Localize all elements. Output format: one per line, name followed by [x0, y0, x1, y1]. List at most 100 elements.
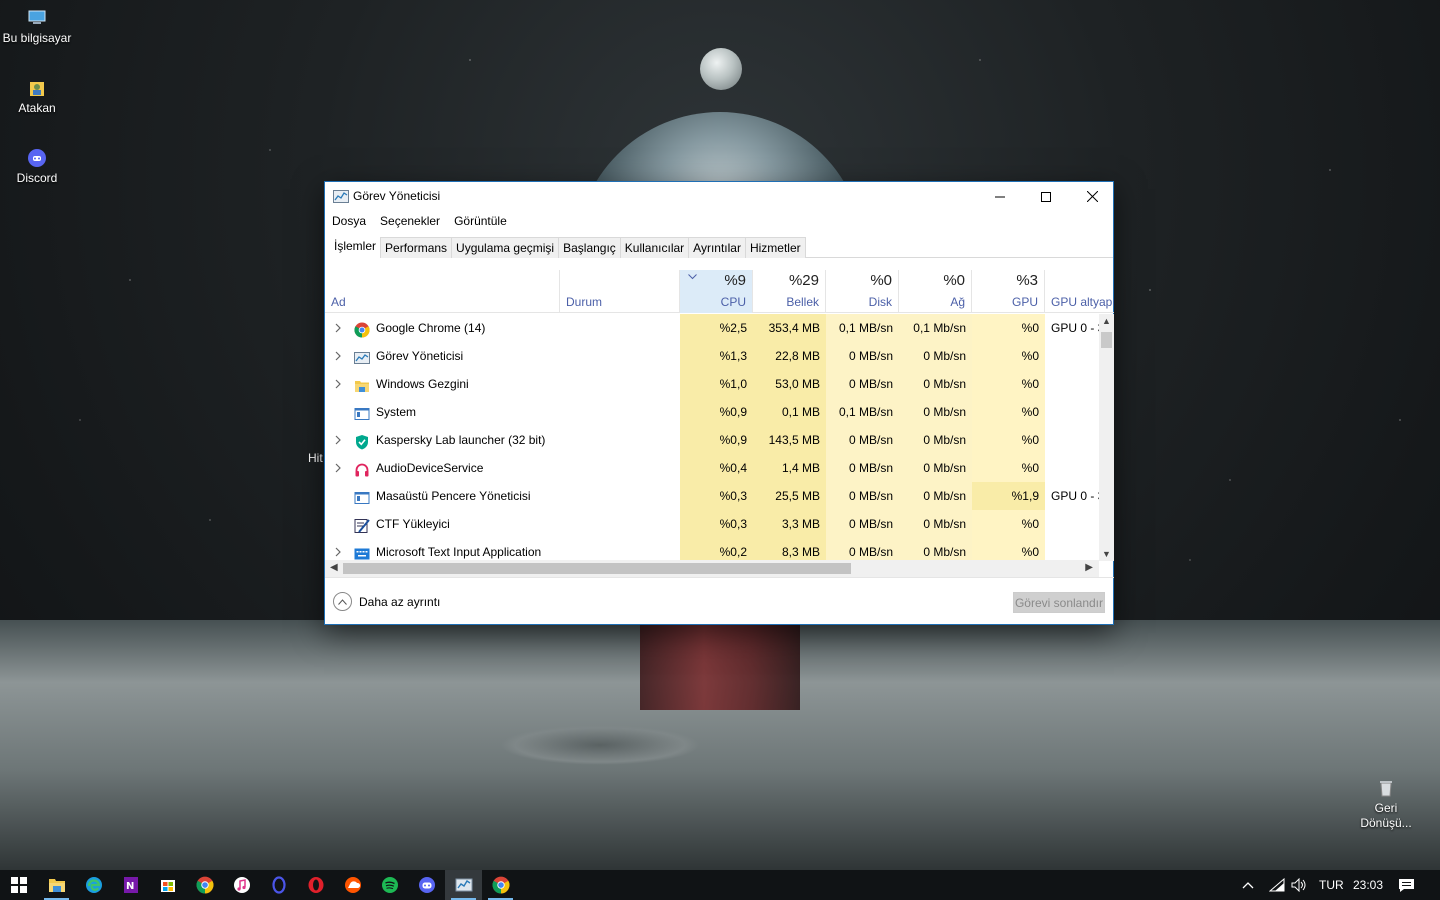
end-task-button[interactable]: Görevi sonlandır	[1013, 592, 1105, 613]
expand-chevron-icon[interactable]	[333, 323, 343, 333]
tab-services[interactable]: Hizmetler	[744, 237, 806, 258]
gpu-engine-cell	[1045, 342, 1100, 370]
taskbar-app-opera[interactable]	[297, 870, 334, 900]
tab-startup[interactable]: Başlangıç	[558, 237, 621, 258]
scroll-left-icon[interactable]: ◀	[330, 562, 338, 573]
taskbar-app-itunes[interactable]	[223, 870, 260, 900]
chrome-icon	[196, 876, 214, 894]
network-cell: 0 Mb/sn	[899, 342, 972, 370]
network-cell: 0 Mb/sn	[899, 510, 972, 538]
disk-cell: 0 MB/sn	[826, 538, 899, 561]
tab-users[interactable]: Kullanıcılar	[619, 237, 690, 258]
taskbar-app-task-manager[interactable]	[445, 870, 482, 900]
menu-view[interactable]: Görüntüle	[447, 211, 514, 233]
desktop-icon-recycle-bin[interactable]: Geri Dönüşü...	[1349, 778, 1423, 831]
expand-chevron-icon[interactable]	[333, 351, 343, 361]
start-button[interactable]	[0, 870, 37, 900]
tab-details[interactable]: Ayrıntılar	[688, 237, 746, 258]
discord-icon	[418, 876, 436, 894]
memory-cell: 53,0 MB	[753, 370, 826, 398]
column-header-disk[interactable]: %0 Disk	[826, 270, 899, 313]
tab-performance[interactable]: Performans	[380, 237, 453, 258]
headset-icon	[354, 460, 370, 477]
taskbar-app-store[interactable]	[149, 870, 186, 900]
disk-cell: 0,1 MB/sn	[826, 314, 899, 342]
scroll-up-icon[interactable]: ▲	[1102, 316, 1111, 326]
taskbar-app-onenote[interactable]: N	[112, 870, 149, 900]
tab-app-history[interactable]: Uygulama geçmişi	[451, 237, 560, 258]
action-center-button[interactable]	[1398, 870, 1415, 900]
system-icon	[354, 488, 370, 504]
expand-chevron-icon[interactable]	[333, 379, 343, 389]
horizontal-scrollbar[interactable]: ◀ ▶	[325, 560, 1099, 577]
gpu-cell: %0	[972, 538, 1045, 561]
vertical-scroll-thumb[interactable]	[1101, 332, 1112, 348]
process-row[interactable]: System %0,9 0,1 MB 0,1 MB/sn 0 Mb/sn %0	[325, 398, 1100, 426]
column-header-name[interactable]: Ad	[325, 270, 560, 313]
tab-processes[interactable]: İşlemler	[329, 236, 382, 258]
column-header-gpu[interactable]: %3 GPU	[972, 270, 1045, 313]
memory-cell: 0,1 MB	[753, 398, 826, 426]
volume-icon[interactable]	[1291, 870, 1307, 900]
task-manager-icon	[455, 876, 473, 894]
title-bar[interactable]: Görev Yöneticisi	[325, 182, 1113, 211]
process-table-header: Ad Durum %9 CPU %29 Bellek %0 Disk %0 Ağ…	[325, 270, 1114, 313]
taskbar-app-edge[interactable]	[75, 870, 112, 900]
process-row[interactable]: CTF Yükleyici %0,3 3,3 MB 0 MB/sn 0 Mb/s…	[325, 510, 1100, 538]
taskbar-app-spotify[interactable]	[371, 870, 408, 900]
gpu-engine-cell	[1045, 370, 1100, 398]
maximize-button[interactable]	[1023, 182, 1069, 211]
horizontal-scroll-thumb[interactable]	[343, 563, 851, 574]
language-indicator[interactable]: TUR	[1319, 870, 1344, 900]
desktop-icon-discord[interactable]: Discord	[0, 148, 74, 186]
process-row[interactable]: AudioDeviceService %0,4 1,4 MB 0 MB/sn 0…	[325, 454, 1100, 482]
cpu-cell: %0,2	[680, 538, 753, 561]
clock[interactable]: 23:03	[1353, 870, 1383, 900]
expand-chevron-icon[interactable]	[333, 463, 343, 473]
column-header-network[interactable]: %0 Ağ	[899, 270, 972, 313]
process-name: Masaüstü Pencere Yöneticisi	[376, 489, 531, 503]
desktop-icon-user-folder[interactable]: Atakan	[0, 78, 74, 116]
menu-options[interactable]: Seçenekler	[373, 211, 447, 233]
taskbar-app-discord[interactable]	[408, 870, 445, 900]
gpu-engine-cell: GPU 0 - 3D	[1051, 489, 1100, 503]
network-cell: 0 Mb/sn	[899, 538, 972, 561]
scroll-right-icon[interactable]: ▶	[1085, 562, 1093, 573]
fewer-details-button[interactable]: Daha az ayrıntı	[333, 592, 440, 611]
itunes-icon	[233, 876, 251, 894]
kaspersky-icon	[354, 432, 370, 450]
column-header-memory[interactable]: %29 Bellek	[753, 270, 826, 313]
spotify-icon	[381, 876, 399, 894]
network-icon[interactable]	[1269, 870, 1285, 900]
disk-cell: 0,1 MB/sn	[826, 398, 899, 426]
process-row[interactable]: Kaspersky Lab launcher (32 bit) %0,9 143…	[325, 426, 1100, 454]
process-name: CTF Yükleyici	[376, 517, 450, 531]
close-icon	[1086, 191, 1098, 202]
vertical-scrollbar[interactable]: ▲ ▼	[1099, 314, 1114, 561]
process-row[interactable]: Google Chrome (14) %2,5 353,4 MB 0,1 MB/…	[325, 314, 1100, 342]
taskbar-app-chrome[interactable]	[186, 870, 223, 900]
column-header-gpu-engine[interactable]: GPU altyapısı	[1045, 270, 1114, 313]
process-row[interactable]: Masaüstü Pencere Yöneticisi %0,3 25,5 MB…	[325, 482, 1100, 510]
scroll-down-icon[interactable]: ▼	[1102, 549, 1111, 559]
column-header-status[interactable]: Durum	[560, 270, 680, 313]
expand-chevron-icon[interactable]	[333, 435, 343, 445]
column-header-cpu[interactable]: %9 CPU	[680, 270, 753, 313]
desktop-icon-this-pc[interactable]: Bu bilgisayar	[0, 8, 74, 46]
taskbar-app-chrome[interactable]	[482, 870, 519, 900]
onenote-icon: N	[122, 876, 140, 894]
expand-chevron-icon[interactable]	[333, 547, 343, 557]
disk-cell: 0 MB/sn	[826, 342, 899, 370]
process-row[interactable]: Windows Gezgini %1,0 53,0 MB 0 MB/sn 0 M…	[325, 370, 1100, 398]
taskbar-app-soundcloud[interactable]	[334, 870, 371, 900]
minimize-button[interactable]	[977, 182, 1023, 211]
menu-file[interactable]: Dosya	[325, 211, 373, 233]
gpu-engine-cell	[1045, 426, 1100, 454]
process-row[interactable]: Microsoft Text Input Application %0,2 8,…	[325, 538, 1100, 561]
process-row[interactable]: Görev Yöneticisi %1,3 22,8 MB 0 MB/sn 0 …	[325, 342, 1100, 370]
taskbar-app-cortana[interactable]	[260, 870, 297, 900]
taskbar-app-file-explorer[interactable]	[38, 870, 75, 900]
show-hidden-icons-button[interactable]	[1242, 870, 1254, 900]
cpu-cell: %0,3	[680, 510, 753, 538]
close-button[interactable]	[1069, 182, 1115, 211]
